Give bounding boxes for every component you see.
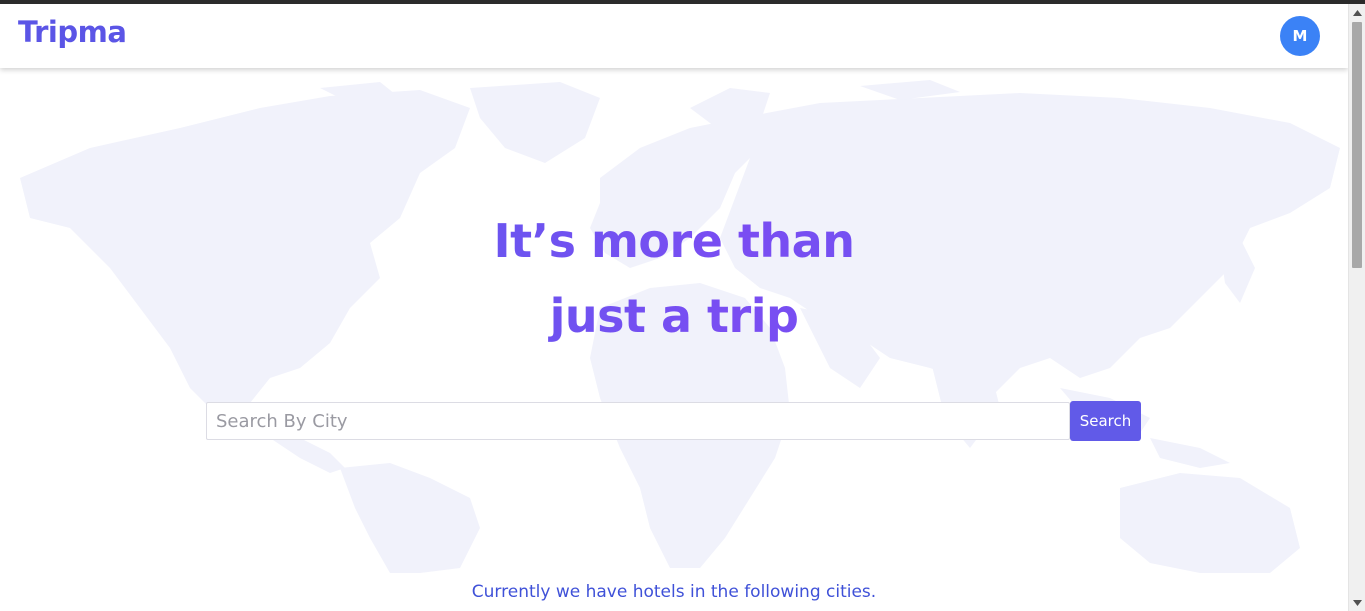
user-avatar[interactable]: M [1280,16,1320,56]
avatar-initial: M [1292,27,1308,45]
hero-section: It’s more than just a trip Search [0,68,1348,573]
cities-note: Currently we have hotels in the followin… [471,582,877,602]
search-button[interactable]: Search [1070,401,1141,441]
scrollbar-thumb[interactable] [1352,22,1362,268]
scroll-down-arrow-icon[interactable] [1349,594,1365,611]
hero-headline-line-2: just a trip [0,289,1348,343]
page-viewport: Tripma M It’s more than just a trip Sear… [0,4,1348,611]
logo[interactable]: Tripma [18,15,127,49]
scroll-up-arrow-icon[interactable] [1349,4,1365,21]
hero-headline-line-1: It’s more than [0,214,1348,268]
city-search-input[interactable] [206,402,1070,440]
navbar: Tripma M [0,4,1348,68]
vertical-scrollbar[interactable] [1348,4,1365,611]
